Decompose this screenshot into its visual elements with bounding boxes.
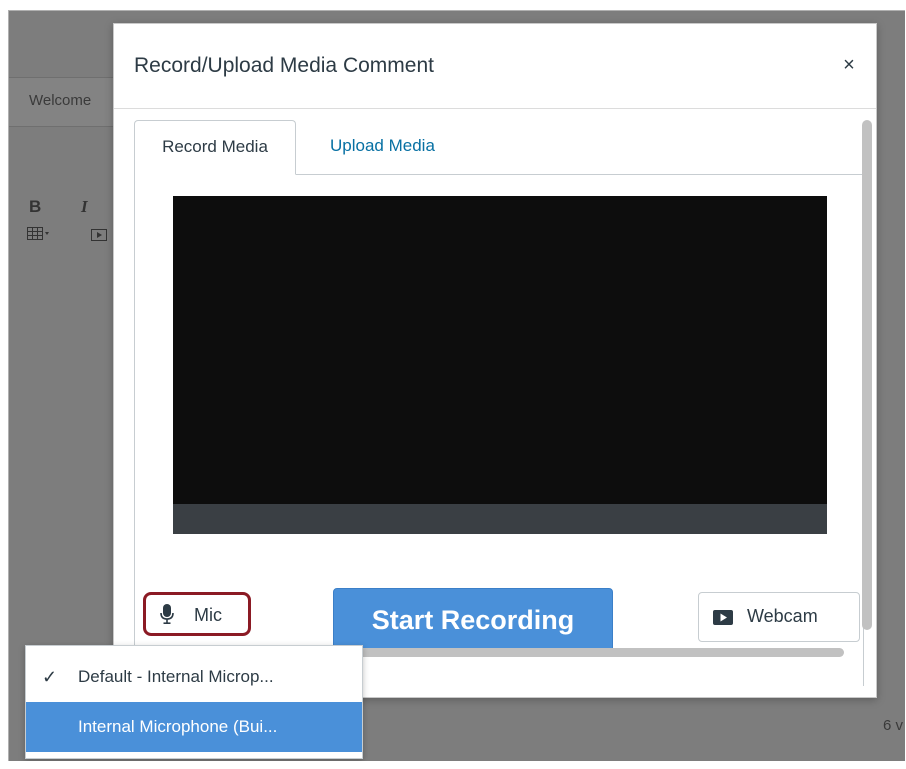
mic-option-internal-label: Internal Microphone (Bui... (78, 717, 278, 736)
close-button[interactable]: × (836, 52, 862, 78)
video-preview (173, 196, 827, 534)
webcam-label: Webcam (747, 606, 818, 626)
checkmark-icon: ✓ (42, 667, 58, 687)
background-word-count: 6 v (882, 717, 903, 734)
mic-option-default[interactable]: ✓ Default - Internal Microp... (26, 652, 362, 702)
record-media-panel: Mic Start Recording Webcam (134, 174, 864, 686)
video-control-bar (173, 504, 827, 534)
webcam-icon (713, 610, 733, 625)
tab-record-media[interactable]: Record Media (134, 120, 296, 175)
table-icon (27, 227, 49, 240)
mic-source-dropdown: ✓ Default - Internal Microp... Internal … (25, 645, 363, 759)
dialog-title: Record/Upload Media Comment (134, 54, 434, 77)
media-tabs: Record Media Upload Media (134, 120, 864, 175)
dialog-body: Record Media Upload Media Mic Start Reco… (134, 120, 864, 686)
vertical-scrollbar[interactable] (862, 120, 872, 630)
vertical-scroll-thumb[interactable] (862, 120, 872, 630)
bold-icon: B (29, 197, 42, 216)
media-comment-dialog: Record/Upload Media Comment × Record Med… (113, 23, 877, 698)
background-welcome-label: Welcome (29, 92, 92, 109)
tab-upload-media[interactable]: Upload Media (310, 120, 455, 174)
page-frame: Welcome B I 6 v Record/Upload Media Comm… (8, 10, 905, 761)
mic-button[interactable]: Mic (143, 592, 251, 636)
webcam-button[interactable]: Webcam (698, 592, 860, 642)
microphone-icon (160, 604, 174, 624)
mic-option-internal[interactable]: Internal Microphone (Bui... (26, 702, 362, 752)
mic-label: Mic (194, 605, 222, 625)
start-recording-button[interactable]: Start Recording (333, 588, 613, 652)
horizontal-scroll-thumb[interactable] (324, 648, 844, 657)
italic-icon: I (81, 197, 88, 216)
mic-option-default-label: Default - Internal Microp... (78, 667, 274, 686)
media-icon (91, 229, 107, 241)
dialog-header: Record/Upload Media Comment × (114, 24, 876, 109)
